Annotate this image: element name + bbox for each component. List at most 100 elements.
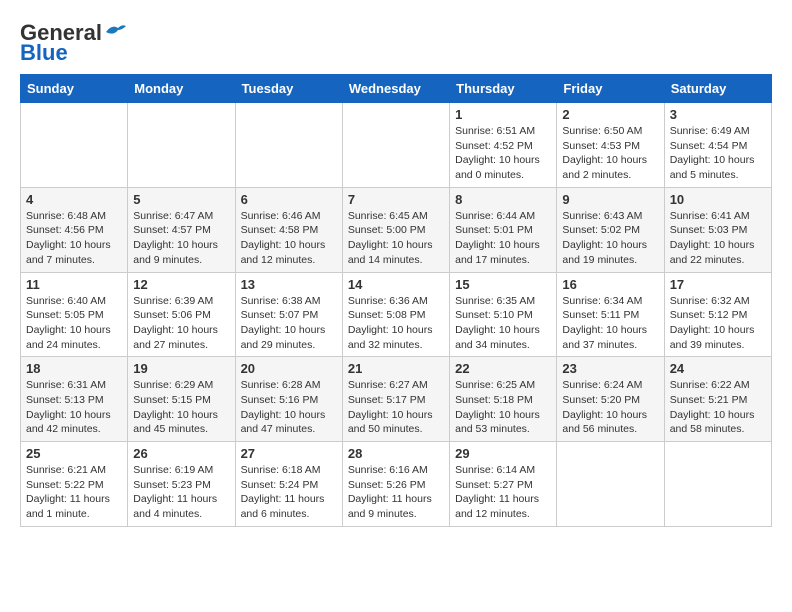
- calendar-cell: [128, 103, 235, 188]
- day-number: 3: [670, 107, 766, 122]
- weekday-header-saturday: Saturday: [664, 75, 771, 103]
- day-number: 27: [241, 446, 337, 461]
- day-number: 21: [348, 361, 444, 376]
- weekday-header-sunday: Sunday: [21, 75, 128, 103]
- day-info: Sunrise: 6:45 AMSunset: 5:00 PMDaylight:…: [348, 209, 444, 268]
- day-info: Sunrise: 6:18 AMSunset: 5:24 PMDaylight:…: [241, 463, 337, 522]
- week-row-3: 11 Sunrise: 6:40 AMSunset: 5:05 PMDayligh…: [21, 272, 772, 357]
- calendar-cell: 18 Sunrise: 6:31 AMSunset: 5:13 PMDayligh…: [21, 357, 128, 442]
- logo-bird-icon: [104, 22, 126, 40]
- week-row-4: 18 Sunrise: 6:31 AMSunset: 5:13 PMDayligh…: [21, 357, 772, 442]
- calendar-cell: 10 Sunrise: 6:41 AMSunset: 5:03 PMDayligh…: [664, 187, 771, 272]
- day-info: Sunrise: 6:40 AMSunset: 5:05 PMDaylight:…: [26, 294, 122, 353]
- day-info: Sunrise: 6:14 AMSunset: 5:27 PMDaylight:…: [455, 463, 551, 522]
- day-number: 14: [348, 277, 444, 292]
- calendar-cell: 16Sunrise: 6:34 AMSunset: 5:11 PMDayligh…: [557, 272, 664, 357]
- day-info: Sunrise: 6:25 AMSunset: 5:18 PMDaylight:…: [455, 378, 551, 437]
- day-info: Sunrise: 6:27 AMSunset: 5:17 PMDaylight:…: [348, 378, 444, 437]
- calendar-cell: 4 Sunrise: 6:48 AMSunset: 4:56 PMDaylight…: [21, 187, 128, 272]
- calendar-cell: 29Sunrise: 6:14 AMSunset: 5:27 PMDayligh…: [450, 442, 557, 527]
- weekday-header-monday: Monday: [128, 75, 235, 103]
- calendar-cell: 15 Sunrise: 6:35 AMSunset: 5:10 PMDayligh…: [450, 272, 557, 357]
- day-info: Sunrise: 6:29 AMSunset: 5:15 PMDaylight:…: [133, 378, 229, 437]
- calendar-cell: 12 Sunrise: 6:39 AMSunset: 5:06 PMDayligh…: [128, 272, 235, 357]
- day-number: 22: [455, 361, 551, 376]
- day-info: Sunrise: 6:48 AMSunset: 4:56 PMDaylight:…: [26, 209, 122, 268]
- calendar-cell: 25 Sunrise: 6:21 AMSunset: 5:22 PMDayligh…: [21, 442, 128, 527]
- calendar-cell: 17 Sunrise: 6:32 AMSunset: 5:12 PMDayligh…: [664, 272, 771, 357]
- day-info: Sunrise: 6:31 AMSunset: 5:13 PMDaylight:…: [26, 378, 122, 437]
- day-info: Sunrise: 6:47 AMSunset: 4:57 PMDaylight:…: [133, 209, 229, 268]
- calendar-cell: 6 Sunrise: 6:46 AMSunset: 4:58 PMDaylight…: [235, 187, 342, 272]
- week-row-5: 25 Sunrise: 6:21 AMSunset: 5:22 PMDayligh…: [21, 442, 772, 527]
- day-info: Sunrise: 6:16 AMSunset: 5:26 PMDaylight:…: [348, 463, 444, 522]
- calendar-cell: 2 Sunrise: 6:50 AMSunset: 4:53 PMDaylight…: [557, 103, 664, 188]
- calendar-cell: 7 Sunrise: 6:45 AMSunset: 5:00 PMDaylight…: [342, 187, 449, 272]
- day-number: 9: [562, 192, 658, 207]
- day-info: Sunrise: 6:24 AMSunset: 5:20 PMDaylight:…: [562, 378, 658, 437]
- day-info: Sunrise: 6:34 AMSunset: 5:11 PMDaylight:…: [562, 294, 658, 353]
- day-number: 17: [670, 277, 766, 292]
- day-number: 4: [26, 192, 122, 207]
- day-number: 8: [455, 192, 551, 207]
- day-number: 5: [133, 192, 229, 207]
- day-info: Sunrise: 6:35 AMSunset: 5:10 PMDaylight:…: [455, 294, 551, 353]
- calendar-cell: 26 Sunrise: 6:19 AMSunset: 5:23 PMDayligh…: [128, 442, 235, 527]
- page-header: General Blue: [20, 20, 772, 66]
- day-info: Sunrise: 6:21 AMSunset: 5:22 PMDaylight:…: [26, 463, 122, 522]
- calendar-cell: [342, 103, 449, 188]
- day-number: 2: [562, 107, 658, 122]
- calendar-cell: 19 Sunrise: 6:29 AMSunset: 5:15 PMDayligh…: [128, 357, 235, 442]
- day-number: 10: [670, 192, 766, 207]
- day-info: Sunrise: 6:51 AMSunset: 4:52 PMDaylight:…: [455, 124, 551, 183]
- day-number: 11: [26, 277, 122, 292]
- weekday-header-tuesday: Tuesday: [235, 75, 342, 103]
- calendar-cell: 14 Sunrise: 6:36 AMSunset: 5:08 PMDayligh…: [342, 272, 449, 357]
- day-info: Sunrise: 6:43 AMSunset: 5:02 PMDaylight:…: [562, 209, 658, 268]
- calendar-cell: 13 Sunrise: 6:38 AMSunset: 5:07 PMDayligh…: [235, 272, 342, 357]
- week-row-2: 4 Sunrise: 6:48 AMSunset: 4:56 PMDaylight…: [21, 187, 772, 272]
- day-info: Sunrise: 6:39 AMSunset: 5:06 PMDaylight:…: [133, 294, 229, 353]
- day-number: 20: [241, 361, 337, 376]
- calendar-cell: 22 Sunrise: 6:25 AMSunset: 5:18 PMDayligh…: [450, 357, 557, 442]
- week-row-1: 1Sunrise: 6:51 AMSunset: 4:52 PMDaylight…: [21, 103, 772, 188]
- calendar-cell: 28 Sunrise: 6:16 AMSunset: 5:26 PMDayligh…: [342, 442, 449, 527]
- calendar-cell: [21, 103, 128, 188]
- day-info: Sunrise: 6:38 AMSunset: 5:07 PMDaylight:…: [241, 294, 337, 353]
- day-info: Sunrise: 6:50 AMSunset: 4:53 PMDaylight:…: [562, 124, 658, 183]
- calendar-cell: 8 Sunrise: 6:44 AMSunset: 5:01 PMDaylight…: [450, 187, 557, 272]
- calendar-cell: 20Sunrise: 6:28 AMSunset: 5:16 PMDayligh…: [235, 357, 342, 442]
- day-number: 26: [133, 446, 229, 461]
- calendar-cell: 9 Sunrise: 6:43 AMSunset: 5:02 PMDaylight…: [557, 187, 664, 272]
- calendar-cell: 3 Sunrise: 6:49 AMSunset: 4:54 PMDaylight…: [664, 103, 771, 188]
- calendar-cell: 23 Sunrise: 6:24 AMSunset: 5:20 PMDayligh…: [557, 357, 664, 442]
- day-info: Sunrise: 6:46 AMSunset: 4:58 PMDaylight:…: [241, 209, 337, 268]
- calendar-cell: [557, 442, 664, 527]
- calendar-cell: 24Sunrise: 6:22 AMSunset: 5:21 PMDayligh…: [664, 357, 771, 442]
- day-number: 12: [133, 277, 229, 292]
- day-info: Sunrise: 6:32 AMSunset: 5:12 PMDaylight:…: [670, 294, 766, 353]
- day-info: Sunrise: 6:36 AMSunset: 5:08 PMDaylight:…: [348, 294, 444, 353]
- day-info: Sunrise: 6:22 AMSunset: 5:21 PMDaylight:…: [670, 378, 766, 437]
- weekday-header-thursday: Thursday: [450, 75, 557, 103]
- day-number: 28: [348, 446, 444, 461]
- day-info: Sunrise: 6:44 AMSunset: 5:01 PMDaylight:…: [455, 209, 551, 268]
- day-info: Sunrise: 6:49 AMSunset: 4:54 PMDaylight:…: [670, 124, 766, 183]
- day-info: Sunrise: 6:19 AMSunset: 5:23 PMDaylight:…: [133, 463, 229, 522]
- logo-blue-text: Blue: [20, 40, 68, 66]
- day-number: 18: [26, 361, 122, 376]
- calendar-cell: [235, 103, 342, 188]
- calendar-cell: 27 Sunrise: 6:18 AMSunset: 5:24 PMDayligh…: [235, 442, 342, 527]
- day-number: 13: [241, 277, 337, 292]
- day-number: 23: [562, 361, 658, 376]
- calendar-cell: 11 Sunrise: 6:40 AMSunset: 5:05 PMDayligh…: [21, 272, 128, 357]
- day-number: 7: [348, 192, 444, 207]
- day-number: 25: [26, 446, 122, 461]
- calendar-cell: 21 Sunrise: 6:27 AMSunset: 5:17 PMDayligh…: [342, 357, 449, 442]
- calendar-cell: 5 Sunrise: 6:47 AMSunset: 4:57 PMDaylight…: [128, 187, 235, 272]
- day-info: Sunrise: 6:41 AMSunset: 5:03 PMDaylight:…: [670, 209, 766, 268]
- day-number: 6: [241, 192, 337, 207]
- day-number: 15: [455, 277, 551, 292]
- weekday-header-row: SundayMondayTuesdayWednesdayThursdayFrid…: [21, 75, 772, 103]
- day-number: 19: [133, 361, 229, 376]
